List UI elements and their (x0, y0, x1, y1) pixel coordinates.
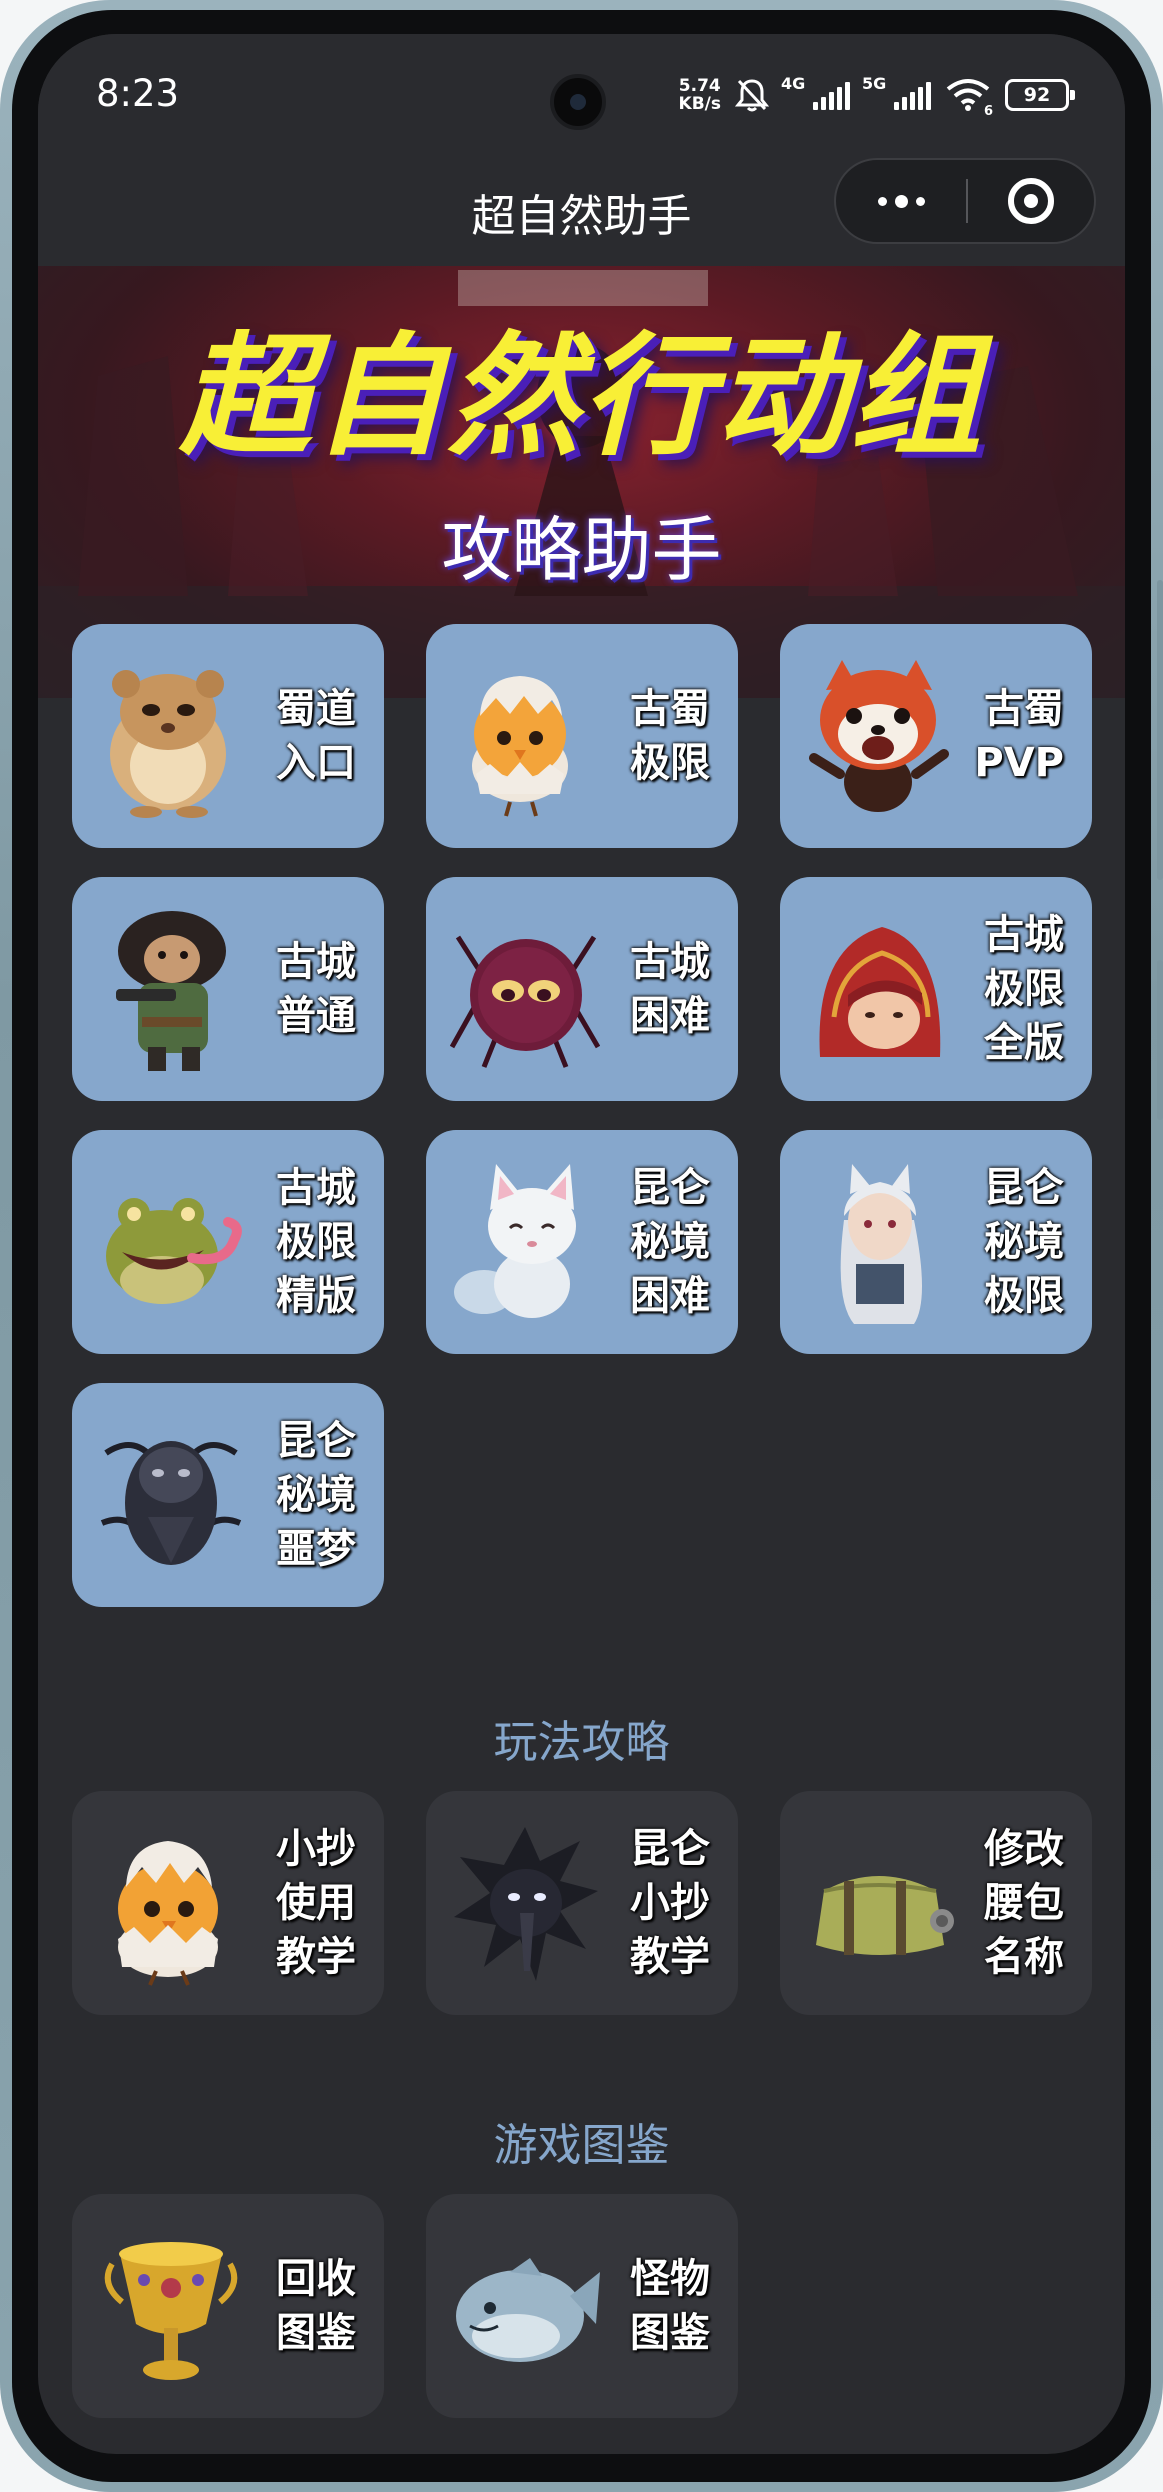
stage-card-label: 古城 极限 精版 (276, 1165, 356, 1319)
signal-4g-icon: 4G (781, 74, 850, 110)
stage-card-label: 昆仑 秘境 极限 (984, 1165, 1064, 1319)
speed-value: 5.74 (678, 76, 721, 96)
red-panda-icon (809, 660, 949, 812)
stage-card-label: 蜀道 入口 (276, 686, 356, 786)
toad-icon (106, 1198, 242, 1304)
stage-card-shudao-entrance[interactable]: 蜀道 入口 (72, 624, 384, 848)
codex-card-monster[interactable]: 怪物 图鉴 (426, 2194, 738, 2418)
stage-card-label: 古蜀 极限 (630, 686, 710, 786)
screen: 8:23 5.74 KB/s 4G 5G 6 92 超自然助手 超自然行动组 攻… (38, 34, 1125, 2454)
guide-card-cheatsheet-usage[interactable]: 小抄 使用 教学 (72, 1791, 384, 2015)
more-dot-icon (915, 196, 925, 206)
stage-card-label: 古城 困难 (630, 939, 710, 1039)
fox-girl-icon (840, 1164, 922, 1324)
hamster-icon (110, 670, 226, 818)
red-hood-icon (819, 927, 941, 1057)
blue-fish-icon (456, 2258, 600, 2362)
more-dot-icon (877, 196, 887, 206)
spider-icon (450, 935, 600, 1068)
stage-card-label: 昆仑 秘境 噩梦 (276, 1418, 356, 1572)
close-button[interactable] (968, 178, 1094, 224)
close-ring-icon (1008, 178, 1054, 224)
section-title-codex: 游戏图鉴 (493, 2120, 670, 2171)
codex-card-label: 回收 图鉴 (276, 2256, 356, 2356)
stage-card-gucheng-normal[interactable]: 古城 普通 (72, 877, 384, 1101)
power-button (1157, 960, 1163, 1120)
stage-card-kunlun-hard[interactable]: 昆仑 秘境 困难 (426, 1130, 738, 1354)
black-crow-icon (454, 1827, 598, 1981)
stage-card-label: 古城 普通 (276, 939, 356, 1039)
status-bar: 8:23 5.74 KB/s 4G 5G 6 92 (38, 34, 1125, 164)
stage-card-gucheng-hard[interactable]: 古城 困难 (426, 877, 738, 1101)
codex-card-recycle[interactable]: 回收 图鉴 (72, 2194, 384, 2418)
fox-icon (454, 1164, 576, 1318)
section-title-guides: 玩法攻略 (493, 1717, 670, 1768)
signal-5g-icon: 5G (862, 74, 931, 110)
stage-card-gushu-extreme[interactable]: 古蜀 极限 (426, 624, 738, 848)
speed-unit: KB/s (678, 94, 721, 114)
banner-title: 超自然行动组 (179, 320, 984, 474)
stage-card-gushu-pvp[interactable]: 古蜀 PVP (780, 624, 1092, 848)
stage-card-label: 昆仑 秘境 困难 (630, 1165, 710, 1319)
wifi-label: 6 (983, 104, 993, 119)
volume-button (1157, 580, 1163, 880)
stage-card-kunlun-nightmare[interactable]: 昆仑 秘境 噩梦 (72, 1383, 384, 1607)
network-1-label: 4G (781, 74, 806, 93)
guide-card-rename-waist-bag[interactable]: 修改 腰包 名称 (780, 1791, 1092, 2015)
wifi-icon: 6 (945, 77, 993, 119)
more-dot-icon (894, 194, 908, 208)
banner-subtitle: 攻略助手 (441, 509, 722, 591)
guide-card-label: 修改 腰包 名称 (984, 1826, 1064, 1980)
guide-card-label: 昆仑 小抄 教学 (630, 1826, 710, 1980)
stage-card-label: 古城 极限 全版 (984, 912, 1064, 1066)
network-speed: 5.74 KB/s (679, 77, 721, 113)
waist-bag-icon (816, 1876, 954, 1955)
status-icons: 5.74 KB/s 4G 5G 6 92 (679, 72, 1075, 119)
more-button[interactable] (836, 160, 966, 242)
golden-chalice-icon (104, 2242, 238, 2380)
guide-card-label: 小抄 使用 教学 (276, 1826, 356, 1980)
shadow-demon-icon (100, 1441, 242, 1565)
battery-icon: 92 (1005, 79, 1075, 111)
stage-card-gucheng-extreme-full[interactable]: 古城 极限 全版 (780, 877, 1092, 1101)
miniprogram-capsule (834, 158, 1096, 244)
hunter-icon (116, 911, 226, 1071)
network-2-label: 5G (862, 74, 887, 93)
status-time: 8:23 (96, 72, 180, 115)
battery-level: 92 (1023, 84, 1051, 106)
stage-card-gucheng-extreme-lite[interactable]: 古城 极限 精版 (72, 1130, 384, 1354)
guide-card-kunlun-cheatsheet[interactable]: 昆仑 小抄 教学 (426, 1791, 738, 2015)
front-camera (550, 74, 606, 130)
mute-bell-icon (735, 79, 769, 112)
chick-egg-icon (472, 676, 568, 817)
codex-card-label: 怪物 图鉴 (630, 2256, 710, 2356)
stage-card-kunlun-extreme[interactable]: 昆仑 秘境 极限 (780, 1130, 1092, 1354)
chick-egg-icon (118, 1841, 218, 1986)
stage-card-label: 古蜀 PVP (974, 686, 1064, 786)
